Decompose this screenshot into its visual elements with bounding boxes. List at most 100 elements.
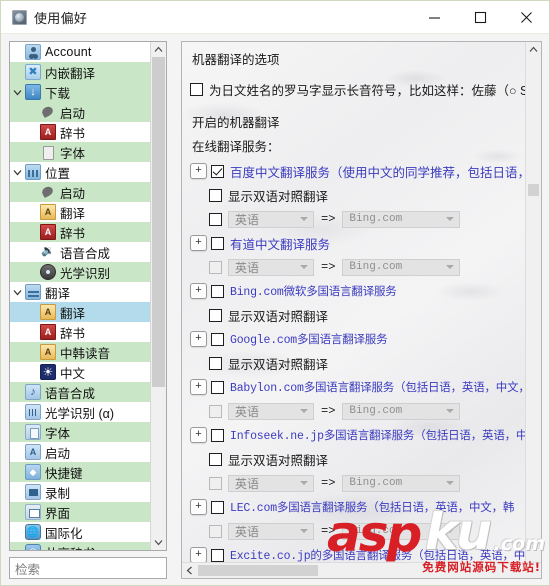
language-pair-row[interactable]: 英语 => Bing.com <box>190 519 525 543</box>
scroll-up-button[interactable] <box>151 42 166 57</box>
sidebar-item[interactable]: 翻译 <box>10 282 150 302</box>
sidebar-item[interactable]: 国际化 <box>10 522 150 542</box>
options-hscroll-thumb[interactable] <box>198 565 318 576</box>
bilingual-row[interactable]: 显示双语对照翻译 <box>190 183 525 207</box>
chevron-down-icon[interactable] <box>10 169 25 176</box>
service-row[interactable]: + Excite.co.jp的多国语言翻译服务（包括日语，英语，中 <box>190 543 525 562</box>
bilingual-row[interactable]: 显示双语对照翻译 <box>190 351 525 375</box>
language-pair-checkbox[interactable] <box>209 260 222 274</box>
sidebar-item[interactable]: 内嵌翻译 <box>10 62 150 82</box>
bilingual-checkbox[interactable] <box>209 356 222 370</box>
sidebar-item[interactable]: 位置 <box>10 162 150 182</box>
sidebar-item[interactable]: 辞书 <box>10 122 150 142</box>
service-checkbox[interactable] <box>211 548 224 562</box>
chevron-down-icon[interactable] <box>10 289 25 296</box>
sidebar-item[interactable]: 共享辞书 <box>10 542 150 550</box>
target-service-select[interactable]: Bing.com <box>342 522 461 540</box>
bilingual-row[interactable]: 显示双语对照翻译 <box>190 303 525 327</box>
service-checkbox[interactable] <box>211 332 224 346</box>
sidebar-item[interactable]: 光学识别 <box>10 262 150 282</box>
ocr-icon <box>40 264 56 280</box>
sidebar-item[interactable]: 字体 <box>10 142 150 162</box>
service-row[interactable]: + Google.com多国语言翻译服务 <box>190 327 525 351</box>
source-language-select[interactable]: 英语 <box>228 522 314 540</box>
expand-button[interactable]: + <box>190 235 207 251</box>
sidebar-item[interactable]: 翻译 <box>10 202 150 222</box>
dictionary-icon <box>40 324 56 340</box>
sidebar-item[interactable]: 启动 <box>10 102 150 122</box>
expand-button[interactable]: + <box>190 499 207 515</box>
close-button[interactable] <box>503 1 549 33</box>
bilingual-checkbox[interactable] <box>209 452 222 466</box>
minimize-button[interactable] <box>411 1 457 33</box>
sidebar-item[interactable]: 快捷键 <box>10 462 150 482</box>
bilingual-row[interactable]: 显示双语对照翻译 <box>190 447 525 471</box>
bilingual-checkbox[interactable] <box>209 308 222 322</box>
target-service-select[interactable]: Bing.com <box>342 402 461 420</box>
scroll-down-button[interactable] <box>151 535 166 550</box>
sidebar-item[interactable]: 界面 <box>10 502 150 522</box>
bilingual-checkbox[interactable] <box>209 188 222 202</box>
sidebar-item[interactable]: 语音合成 <box>10 382 150 402</box>
sidebar-item[interactable]: 中文 <box>10 362 150 382</box>
service-row[interactable]: + Infoseek.ne.jp多国语言翻译服务（包括日语，英语，中 <box>190 423 525 447</box>
language-pair-row[interactable]: 英语 => Bing.com <box>190 255 525 279</box>
language-pair-checkbox[interactable] <box>209 212 222 226</box>
language-pair-checkbox[interactable] <box>209 476 222 490</box>
expand-button[interactable]: + <box>190 331 207 347</box>
options-vertical-scrollbar[interactable] <box>525 42 541 562</box>
macron-checkbox[interactable] <box>190 82 203 96</box>
service-row[interactable]: + 百度中文翻译服务（使用中文的同学推荐，包括日语，英 <box>190 159 525 183</box>
source-language-select[interactable]: 英语 <box>228 474 314 492</box>
options-scroll-thumb[interactable] <box>528 184 539 196</box>
sidebar-item[interactable]: 中韩读音 <box>10 342 150 362</box>
service-row[interactable]: + 有道中文翻译服务 <box>190 231 525 255</box>
sidebar-item[interactable]: 启动 <box>10 442 150 462</box>
service-checkbox[interactable] <box>211 380 224 394</box>
options-pane: 机器翻译的选项 为日文姓名的罗马字显示长音符号，比如这样：佐藤（○ Sat 开启… <box>173 34 549 585</box>
scroll-left-button[interactable] <box>182 564 197 578</box>
target-service-select[interactable]: Bing.com <box>342 474 461 492</box>
source-language-select[interactable]: 英语 <box>228 210 314 228</box>
sidebar-item[interactable]: 字体 <box>10 422 150 442</box>
sidebar-scrollbar[interactable] <box>150 42 166 550</box>
sidebar-scroll-thumb[interactable] <box>152 57 165 387</box>
expand-button[interactable]: + <box>190 283 207 299</box>
language-pair-row[interactable]: 英语 => Bing.com <box>190 471 525 495</box>
service-row[interactable]: + Bing.com微软多国语言翻译服务 <box>190 279 525 303</box>
sidebar-item[interactable]: 辞书 <box>10 222 150 242</box>
service-row[interactable]: + LEC.com多国语言翻译服务（包括日语，英语，中文，韩 <box>190 495 525 519</box>
maximize-button[interactable] <box>457 1 503 33</box>
language-pair-row[interactable]: 英语 => Bing.com <box>190 399 525 423</box>
chevron-down-icon[interactable] <box>10 89 25 96</box>
sidebar-item[interactable]: 启动 <box>10 182 150 202</box>
options-scroll-up-button[interactable] <box>526 42 541 57</box>
sidebar-item[interactable]: 下载 <box>10 82 150 102</box>
sidebar-item[interactable]: 辞书 <box>10 322 150 342</box>
expand-button[interactable]: + <box>190 547 207 562</box>
search-input[interactable]: 检索 <box>9 557 167 579</box>
expand-button[interactable]: + <box>190 427 207 443</box>
language-pair-checkbox[interactable] <box>209 524 222 538</box>
service-checkbox[interactable] <box>211 284 224 298</box>
target-service-select[interactable]: Bing.com <box>342 210 461 228</box>
language-pair-checkbox[interactable] <box>209 404 222 418</box>
expand-button[interactable]: + <box>190 163 207 179</box>
language-pair-row[interactable]: 英语 => Bing.com <box>190 207 525 231</box>
sidebar-item[interactable]: 语音合成 <box>10 242 150 262</box>
service-checkbox[interactable] <box>211 500 224 514</box>
sidebar-item[interactable]: Account <box>10 42 150 62</box>
sidebar-item[interactable]: 光学识别 (α) <box>10 402 150 422</box>
source-language-select[interactable]: 英语 <box>228 258 314 276</box>
service-checkbox[interactable] <box>211 428 224 442</box>
source-language-select[interactable]: 英语 <box>228 402 314 420</box>
service-checkbox[interactable] <box>211 164 224 178</box>
expand-button[interactable]: + <box>190 379 207 395</box>
sidebar-item[interactable]: 翻译 <box>10 302 150 322</box>
service-checkbox[interactable] <box>211 236 224 250</box>
service-row[interactable]: + Babylon.com多国语言翻译服务（包括日语，英语，中文， <box>190 375 525 399</box>
sidebar-item[interactable]: 录制 <box>10 482 150 502</box>
options-horizontal-scrollbar[interactable] <box>182 562 541 578</box>
target-service-select[interactable]: Bing.com <box>342 258 461 276</box>
macron-option-row[interactable]: 为日文姓名的罗马字显示长音符号，比如这样：佐藤（○ Sat <box>190 77 525 101</box>
